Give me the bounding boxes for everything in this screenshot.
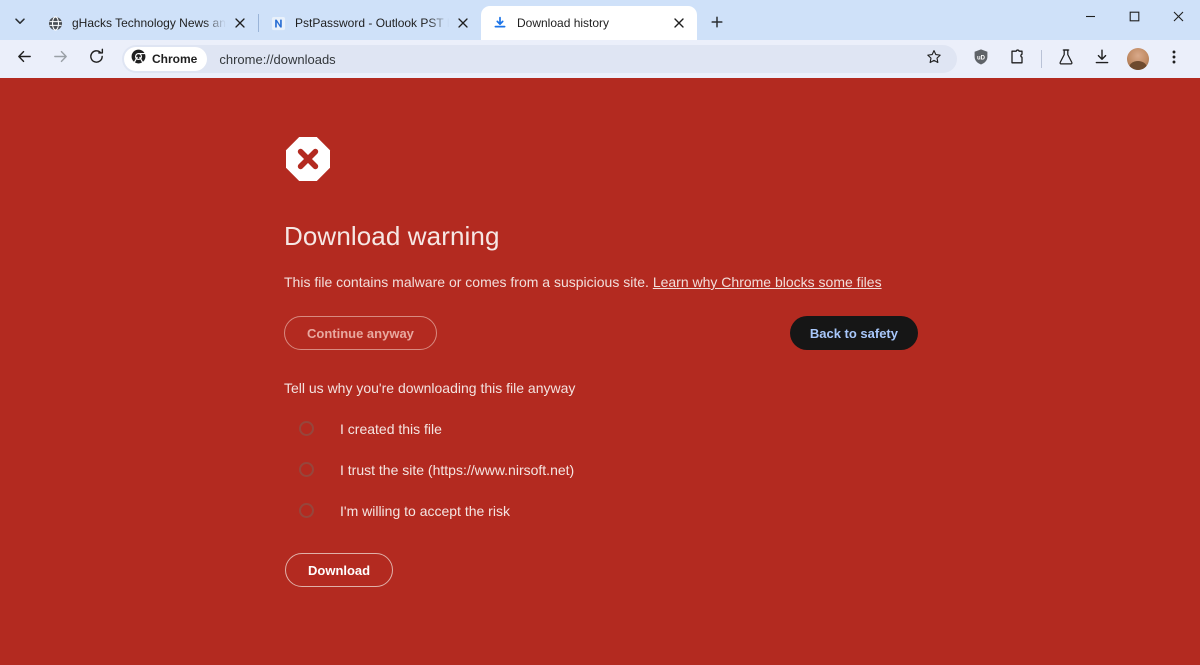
forward-arrow-icon [52, 48, 69, 70]
close-window-button[interactable] [1156, 0, 1200, 32]
radio-circle-icon[interactable] [299, 503, 314, 518]
radio-option-label: I'm willing to accept the risk [340, 502, 510, 519]
download-icon [492, 15, 508, 31]
chrome-logo-icon [131, 49, 146, 69]
radio-circle-icon[interactable] [299, 421, 314, 436]
avatar [1127, 48, 1149, 70]
flask-icon [1057, 48, 1075, 71]
new-tab-button[interactable] [703, 8, 731, 36]
warning-action-buttons: Continue anyway Back to safety [284, 316, 918, 350]
radio-option-trust-site[interactable]: I trust the site (https://www.nirsoft.ne… [284, 449, 1200, 490]
back-button[interactable] [9, 44, 39, 74]
chrome-chip-label: Chrome [152, 52, 198, 66]
continue-anyway-button[interactable]: Continue anyway [284, 316, 437, 350]
back-arrow-icon [16, 48, 33, 70]
download-button[interactable]: Download [285, 553, 394, 587]
star-icon [926, 49, 942, 70]
radio-option-created-file[interactable]: I created this file [284, 408, 1200, 449]
survey-radio-group: I created this file I trust the site (ht… [284, 408, 1200, 531]
ublock-origin-button[interactable]: uD [966, 44, 996, 74]
tab-close-button[interactable] [230, 13, 250, 33]
extensions-puzzle-icon [1008, 48, 1026, 71]
tab-close-button[interactable] [669, 13, 689, 33]
maximize-window-button[interactable] [1112, 0, 1156, 32]
tab-ghacks[interactable]: gHacks Technology News and A [36, 6, 258, 40]
bookmark-button[interactable] [917, 45, 951, 73]
chrome-menu-button[interactable] [1159, 44, 1189, 74]
toolbar-separator [1041, 50, 1042, 68]
chrome-origin-chip[interactable]: Chrome [124, 47, 208, 71]
learn-more-link[interactable]: Learn why Chrome blocks some files [653, 274, 882, 290]
tab-title: Download history [517, 16, 610, 30]
tab-search-button[interactable] [6, 7, 34, 35]
tab-title: gHacks Technology News and A [72, 16, 226, 30]
tab-title: PstPassword - Outlook PST Pas [295, 16, 449, 30]
minimize-window-button[interactable] [1068, 0, 1112, 32]
window-controls [1068, 0, 1200, 32]
downloads-button[interactable] [1087, 44, 1117, 74]
browser-toolbar: Chrome chrome://downloads uD [0, 40, 1200, 78]
globe-icon [47, 15, 63, 31]
profile-button[interactable] [1123, 44, 1153, 74]
nirsoft-n-icon [270, 15, 286, 31]
warning-content: Download warning This file contains malw… [0, 78, 1200, 587]
radio-option-label: I trust the site (https://www.nirsoft.ne… [340, 461, 575, 478]
tab-download-history[interactable]: Download history [481, 6, 697, 40]
address-bar[interactable]: Chrome chrome://downloads [122, 45, 957, 73]
warning-description-text: This file contains malware or comes from… [284, 274, 649, 290]
ublock-shield-icon: uD [972, 48, 990, 71]
download-tray-icon [1093, 48, 1111, 71]
tab-close-button[interactable] [453, 13, 473, 33]
three-dot-menu-icon [1166, 49, 1182, 70]
octagon-x-icon [284, 135, 332, 183]
tab-pstpassword[interactable]: PstPassword - Outlook PST Pas [259, 6, 481, 40]
warning-description: This file contains malware or comes from… [284, 273, 1200, 291]
tab-strip: gHacks Technology News and A PstPassword… [0, 0, 1200, 40]
survey-prompt: Tell us why you're downloading this file… [284, 380, 576, 396]
extensions-button[interactable] [1002, 44, 1032, 74]
reload-button[interactable] [81, 44, 111, 74]
forward-button[interactable] [45, 44, 75, 74]
tabs-row: gHacks Technology News and A PstPassword… [36, 6, 697, 40]
page-title: Download warning [284, 221, 500, 251]
radio-option-label: I created this file [340, 420, 442, 437]
url-text[interactable]: chrome://downloads [219, 52, 917, 67]
chevron-down-icon [13, 14, 27, 28]
back-to-safety-button[interactable]: Back to safety [789, 316, 918, 350]
svg-text:uD: uD [977, 55, 986, 61]
reload-icon [88, 48, 105, 70]
download-warning-page: Download warning This file contains malw… [0, 78, 1200, 665]
radio-circle-icon[interactable] [299, 462, 314, 477]
radio-option-accept-risk[interactable]: I'm willing to accept the risk [284, 490, 1200, 531]
labs-button[interactable] [1051, 44, 1081, 74]
